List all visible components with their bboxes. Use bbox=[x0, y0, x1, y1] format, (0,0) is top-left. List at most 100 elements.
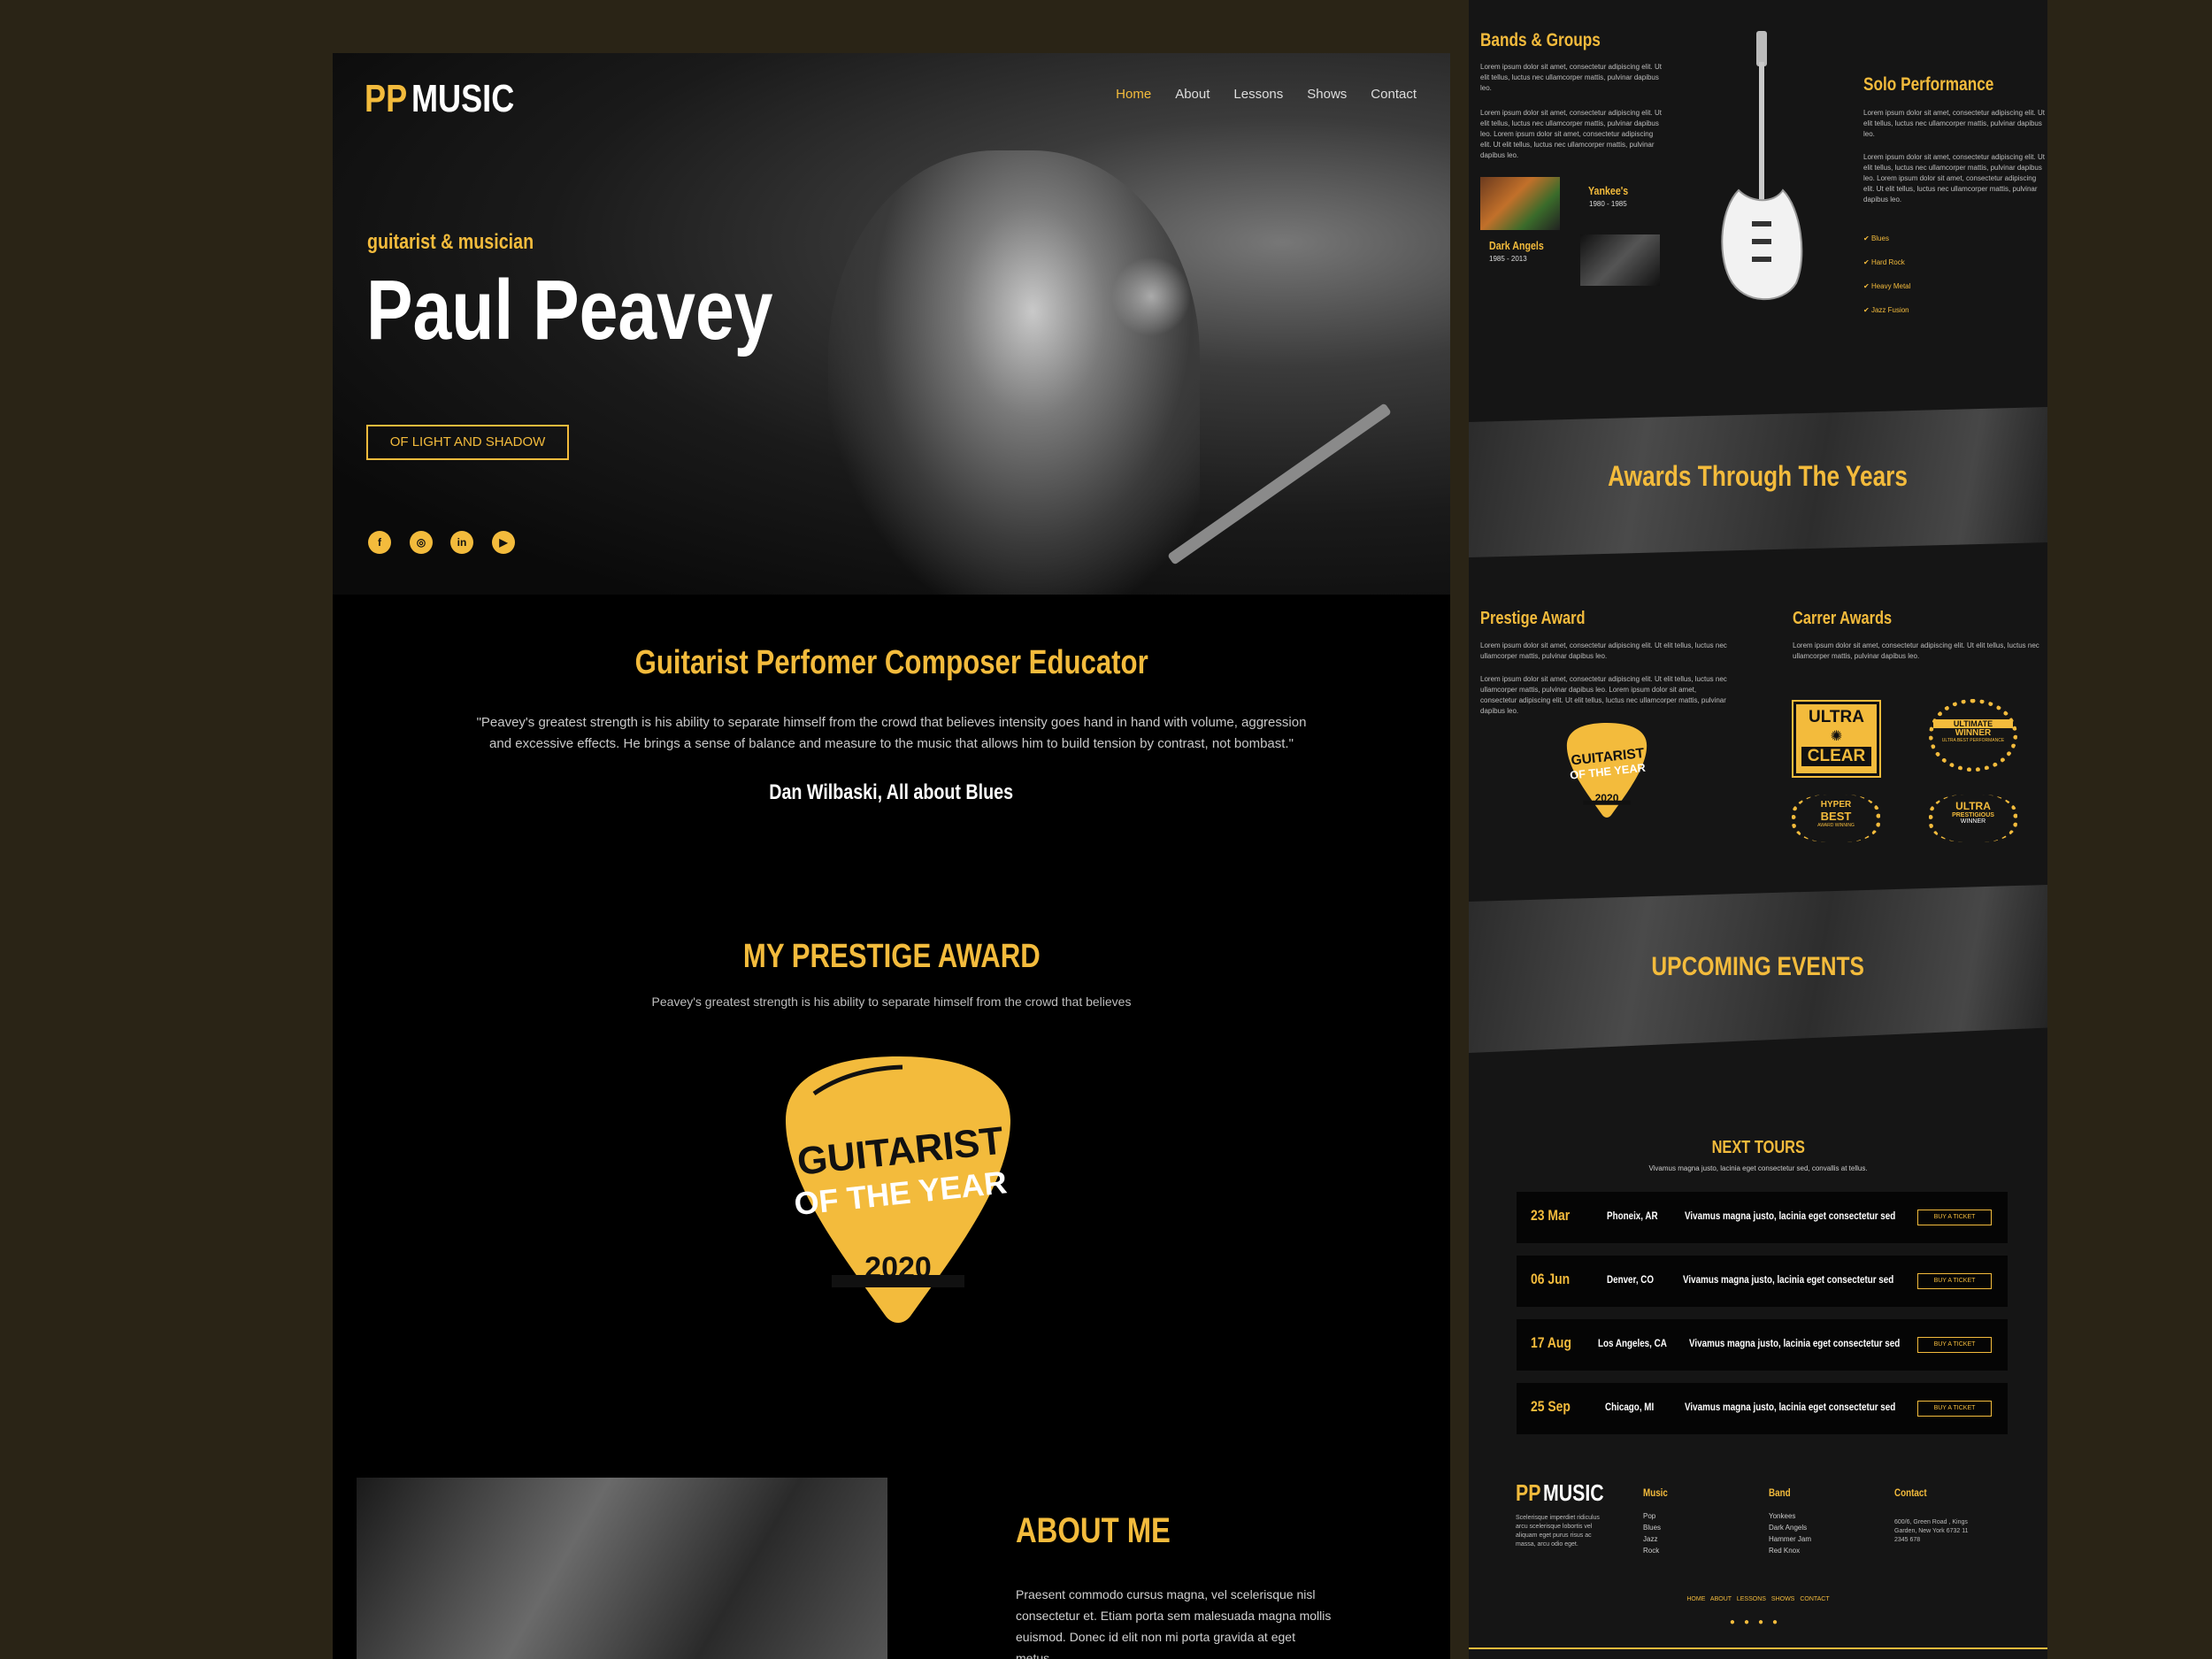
band-photo-2 bbox=[1580, 234, 1660, 286]
buy-ticket-button[interactable]: BUY A TICKET bbox=[1917, 1401, 1992, 1417]
tour-city: Denver, CO bbox=[1607, 1273, 1655, 1286]
buy-ticket-button[interactable]: BUY A TICKET bbox=[1917, 1337, 1992, 1353]
nav-shows[interactable]: Shows bbox=[1307, 87, 1347, 102]
tour-city: Chicago, MI bbox=[1605, 1401, 1655, 1413]
solo-p2: Lorem ipsum dolor sit amet, consectetur … bbox=[1863, 153, 2045, 204]
prestige-p2: Lorem ipsum dolor sit amet, consectetur … bbox=[1480, 675, 1727, 715]
footer-link[interactable]: Dark Angels bbox=[1769, 1522, 1811, 1533]
tour-city: Los Angeles, CA bbox=[1598, 1337, 1667, 1349]
bands-p2: Lorem ipsum dolor sit amet, consectetur … bbox=[1480, 109, 1662, 159]
footer-contact-heading: Contact bbox=[1894, 1486, 1927, 1499]
footer-logo[interactable]: PPMUSIC bbox=[1516, 1479, 1617, 1507]
badge3-line3: AWARD WINNING bbox=[1817, 823, 1855, 828]
badge4-line2: PRESTIGIOUS bbox=[1952, 812, 1994, 818]
homepage-mockup: PP MUSIC Home About Lessons Shows Contact gui… bbox=[333, 53, 1450, 1659]
brand-pp: PP bbox=[365, 77, 408, 120]
badge1-top: ULTRA bbox=[1809, 708, 1864, 726]
genre-list: ✔ Blues ✔ Hard Rock ✔ Heavy Metal ✔ Jazz… bbox=[1863, 227, 1910, 322]
hero-guitar-neck bbox=[1167, 403, 1392, 565]
linkedin-icon[interactable]: ● bbox=[1758, 1617, 1772, 1627]
footer-link[interactable]: Blues bbox=[1643, 1522, 1661, 1533]
facebook-icon[interactable]: ● bbox=[1730, 1617, 1744, 1627]
nav-lessons[interactable]: Lessons bbox=[1233, 87, 1283, 102]
tour-desc: Vivamus magna justo, lacinia eget consec… bbox=[1683, 1273, 1894, 1286]
about-photo bbox=[357, 1478, 887, 1659]
instagram-icon[interactable]: ● bbox=[1744, 1617, 1758, 1627]
footer-social: ●●●● bbox=[1469, 1617, 2047, 1627]
footer-nav-contact[interactable]: CONTACT bbox=[1800, 1596, 1829, 1602]
tours-heading-text: NEXT TOURS bbox=[1711, 1138, 1805, 1157]
quote-heading-text: Guitarist Perfomer Composer Educator bbox=[634, 644, 1148, 681]
inner-page-mockup: Bands & Groups Lorem ipsum dolor sit ame… bbox=[1469, 0, 2047, 1659]
footer-link[interactable]: Yonkees bbox=[1769, 1510, 1811, 1522]
facebook-icon[interactable]: f bbox=[368, 531, 391, 554]
prestige-p1: Lorem ipsum dolor sit amet, consectetur … bbox=[1480, 641, 1727, 660]
footer-nav-shows[interactable]: SHOWS bbox=[1771, 1596, 1794, 1602]
footer-nav-about[interactable]: ABOUT bbox=[1710, 1596, 1732, 1602]
nav-home[interactable]: Home bbox=[1116, 87, 1151, 102]
hero-cta-button[interactable]: OF LIGHT AND SHADOW bbox=[366, 425, 569, 460]
genre-item: ✔ Heavy Metal bbox=[1863, 282, 1911, 290]
quote-heading: Guitarist Perfomer Composer Educator bbox=[333, 644, 1450, 682]
footer-nav: HOME ABOUT LESSONS SHOWS CONTACT bbox=[1469, 1596, 2047, 1602]
nav-contact[interactable]: Contact bbox=[1371, 87, 1417, 102]
footer-band-heading: Band bbox=[1769, 1486, 1791, 1499]
solo-p1: Lorem ipsum dolor sit amet, consectetur … bbox=[1863, 109, 2045, 138]
tour-desc: Vivamus magna justo, lacinia eget consec… bbox=[1685, 1210, 1896, 1222]
band2-name: Dark Angels bbox=[1489, 239, 1544, 252]
band1-years: 1980 - 1985 bbox=[1589, 200, 1627, 208]
bands-heading: Bands & Groups bbox=[1480, 30, 1601, 50]
prestige-pick-icon: GUITARIST OF THE YEAR 2020 bbox=[1566, 722, 1647, 818]
footer-link[interactable]: Rock bbox=[1643, 1545, 1661, 1556]
footer-music-list: Pop Blues Jazz Rock bbox=[1643, 1510, 1661, 1556]
hero-section: PP MUSIC Home About Lessons Shows Contact gui… bbox=[333, 53, 1450, 595]
badge4-line1: ULTRA bbox=[1955, 800, 1991, 812]
buy-ticket-button[interactable]: BUY A TICKET bbox=[1917, 1210, 1992, 1225]
tour-row: 25 Sep Chicago, MI Vivamus magna justo, … bbox=[1517, 1383, 2008, 1434]
youtube-icon[interactable]: ● bbox=[1772, 1617, 1786, 1627]
footer-nav-home[interactable]: HOME bbox=[1686, 1596, 1705, 1602]
ultimate-winner-badge: ULTIMATE WINNER ULTRA BEST PERFORMANCE bbox=[1929, 699, 2017, 772]
pick-year: 2020 bbox=[864, 1251, 932, 1285]
hero-subtitle: guitarist & musician bbox=[367, 230, 534, 254]
linkedin-icon[interactable]: in bbox=[450, 531, 473, 554]
hero-name: Paul Peavey bbox=[366, 263, 773, 357]
tour-desc: Vivamus magna justo, lacinia eget consec… bbox=[1685, 1401, 1896, 1413]
footer-contact-address: 600/6, Green Road , Kings Garden, New Yo… bbox=[1894, 1519, 1969, 1543]
footer-link[interactable]: Red Knox bbox=[1769, 1545, 1811, 1556]
tour-row: 17 Aug Los Angeles, CA Vivamus magna jus… bbox=[1517, 1319, 2008, 1371]
genre-item: ✔ Jazz Fusion bbox=[1863, 306, 1909, 314]
genre-item: ✔ Hard Rock bbox=[1863, 258, 1905, 266]
instagram-icon[interactable]: ◎ bbox=[410, 531, 433, 554]
tour-date: 17 Aug bbox=[1531, 1334, 1571, 1351]
brand-logo[interactable]: PP MUSIC bbox=[365, 73, 536, 126]
tour-city: Phoneix, AR bbox=[1607, 1210, 1658, 1222]
tours-heading: NEXT TOURS bbox=[1469, 1138, 2047, 1158]
footer-link[interactable]: Jazz bbox=[1643, 1533, 1661, 1545]
footer-link[interactable]: Pop bbox=[1643, 1510, 1661, 1522]
events-banner-text: UPCOMING EVENTS bbox=[1651, 952, 1865, 981]
quote-author-text: Dan Wilbaski, All about Blues bbox=[769, 780, 1014, 804]
prestige-heading: Prestige Award bbox=[1480, 609, 1586, 628]
badge4-line3: WINNER bbox=[1960, 818, 1986, 825]
tour-date: 23 Mar bbox=[1531, 1207, 1571, 1224]
events-banner-title: UPCOMING EVENTS bbox=[1469, 952, 2047, 982]
brand-music: MUSIC bbox=[411, 77, 514, 120]
genre-item: ✔ Blues bbox=[1863, 234, 1889, 242]
footer-bottom-line bbox=[1469, 1647, 2047, 1649]
about-heading: ABOUT ME bbox=[1016, 1511, 1171, 1550]
badge2-line1: ULTIMATE bbox=[1933, 719, 2013, 728]
award-heading: MY PRESTIGE AWARD bbox=[333, 938, 1450, 976]
nav-about[interactable]: About bbox=[1175, 87, 1210, 102]
badge3-line2: BEST bbox=[1820, 810, 1852, 823]
quote-author: Dan Wilbaski, All about Blues bbox=[333, 780, 1450, 805]
tour-date: 06 Jun bbox=[1531, 1271, 1571, 1287]
electric-guitar-image bbox=[1721, 31, 1803, 301]
award-heading-text: MY PRESTIGE AWARD bbox=[742, 938, 1041, 975]
youtube-icon[interactable]: ▶ bbox=[492, 531, 515, 554]
buy-ticket-button[interactable]: BUY A TICKET bbox=[1917, 1273, 1992, 1289]
genre-label: Heavy Metal bbox=[1870, 282, 1911, 290]
footer-nav-lessons[interactable]: LESSONS bbox=[1737, 1596, 1766, 1602]
footer-link[interactable]: Hammer Jam bbox=[1769, 1533, 1811, 1545]
genre-label: Blues bbox=[1870, 234, 1889, 242]
